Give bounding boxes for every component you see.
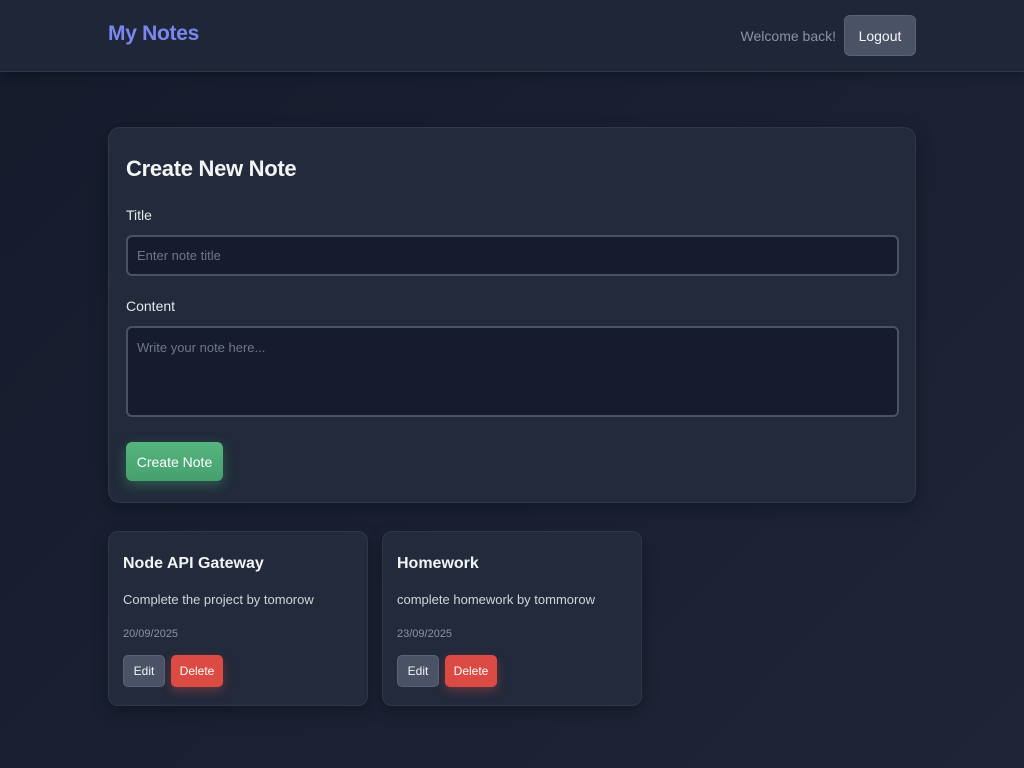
navbar: My Notes Welcome back! Logout: [0, 0, 1024, 72]
content-label: Content: [126, 298, 176, 314]
note-date: 20/09/2025: [123, 628, 179, 640]
note-title: Homework: [397, 555, 479, 572]
create-note-card: Create New Note Title Content Create Not…: [108, 127, 916, 503]
create-note-heading: Create New Note: [126, 156, 297, 181]
welcome-text: Welcome back!: [740, 28, 836, 44]
note-card: Homework complete homework by tommorow 2…: [382, 531, 642, 706]
logout-button[interactable]: Logout: [844, 15, 916, 56]
note-title-input[interactable]: [126, 235, 899, 276]
app-logo-title[interactable]: My Notes: [108, 22, 199, 46]
edit-note-button[interactable]: Edit: [397, 655, 439, 687]
edit-note-button[interactable]: Edit: [123, 655, 165, 687]
note-content: Complete the project by tomorow: [123, 592, 314, 607]
delete-note-button[interactable]: Delete: [445, 655, 497, 687]
title-label: Title: [126, 207, 152, 223]
delete-note-button[interactable]: Delete: [171, 655, 223, 687]
note-content-textarea[interactable]: [126, 326, 899, 417]
note-card: Node API Gateway Complete the project by…: [108, 531, 368, 706]
note-content: complete homework by tommorow: [397, 592, 595, 607]
create-note-button[interactable]: Create Note: [126, 442, 223, 481]
note-date: 23/09/2025: [397, 628, 453, 640]
note-title: Node API Gateway: [123, 555, 264, 572]
